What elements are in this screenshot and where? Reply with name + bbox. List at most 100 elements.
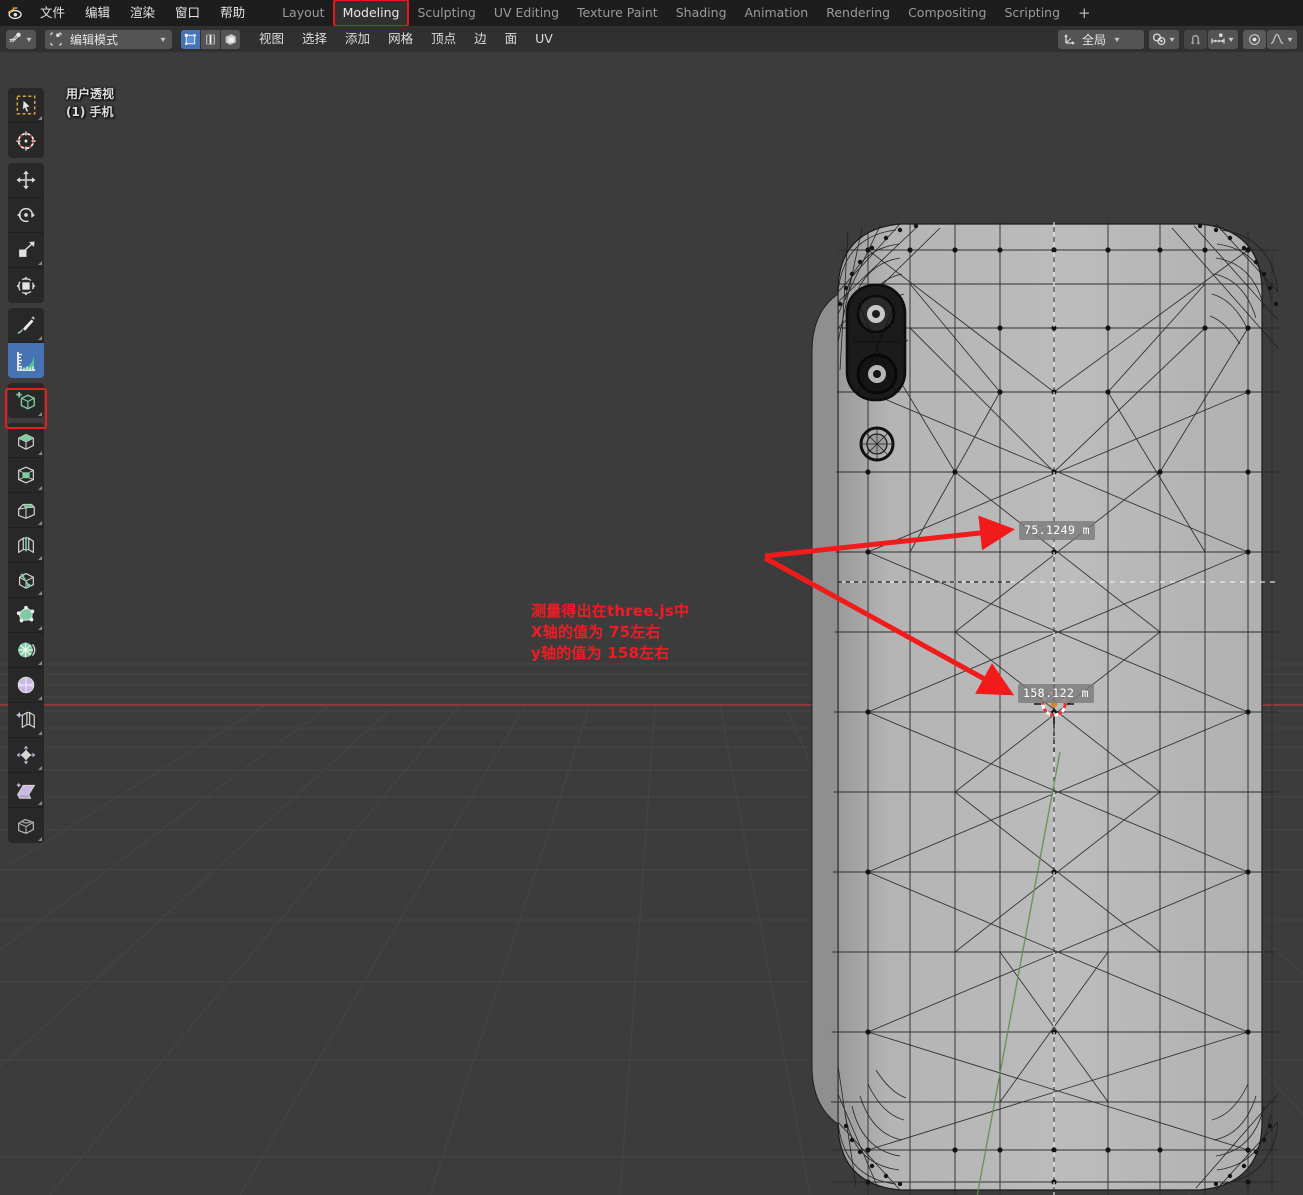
menu-help[interactable]: 帮助 [210, 0, 255, 26]
falloff-chevron-down-icon: ▾ [1287, 34, 1293, 44]
transform-orientation-value: 全局 [1081, 32, 1106, 47]
tool-loop-cut[interactable] [8, 528, 44, 563]
tab-modeling[interactable]: Modeling [332, 0, 410, 27]
top-menu-bar: 文件 编辑 渲染 窗口 帮助 Layout Modeling Sculpting… [0, 0, 1303, 27]
phone-fingerprint-sensor [859, 426, 895, 462]
viewport-left-toolbar [8, 88, 44, 848]
header-menu-view[interactable]: 视图 [250, 26, 293, 52]
orientation-chevron-down-icon: ▾ [1114, 34, 1120, 44]
tab-animation[interactable]: Animation [736, 0, 818, 26]
tab-shading[interactable]: Shading [667, 0, 736, 26]
mode-chevron-down-icon: ▾ [160, 34, 166, 44]
tool-group-add [8, 383, 44, 418]
orientation-axes-icon [1062, 31, 1078, 47]
select-mode-face[interactable] [221, 29, 241, 49]
pivot-chevron-down-icon: ▾ [1169, 34, 1175, 44]
tab-texture-paint[interactable]: Texture Paint [568, 0, 667, 26]
tool-extrude-region[interactable] [8, 423, 44, 458]
tool-shrink-fatten[interactable] [8, 738, 44, 773]
header-menu-face[interactable]: 面 [496, 26, 527, 52]
tool-group-transform [8, 163, 44, 303]
select-mode-edge[interactable] [201, 29, 221, 49]
tab-compositing[interactable]: Compositing [899, 0, 995, 26]
header-menu-select[interactable]: 选择 [293, 26, 336, 52]
tool-shear[interactable] [8, 773, 44, 808]
tool-poly-build[interactable] [8, 598, 44, 633]
viewport-header-toolbar: ▾ 编辑模式 ▾ 视图 选择 添加 网格 顶点 边 面 UV 全局 ▾ ▾ ▾ … [0, 26, 1303, 53]
tab-uv-editing[interactable]: UV Editing [485, 0, 568, 26]
tool-edge-slide[interactable] [8, 703, 44, 738]
proportional-falloff-dropdown[interactable]: ▾ [1266, 29, 1297, 49]
snap-magnet-toggle[interactable] [1183, 29, 1207, 49]
tool-measure[interactable] [8, 343, 44, 378]
tool-bevel[interactable] [8, 493, 44, 528]
menu-window[interactable]: 窗口 [165, 0, 210, 26]
snap-target-dropdown[interactable]: ▾ [1207, 29, 1238, 49]
snap-chevron-down-icon: ▾ [1228, 34, 1234, 44]
tool-expand-corner-icon [38, 486, 42, 490]
add-workspace-button[interactable]: + [1069, 0, 1100, 26]
header-menu-uv[interactable]: UV [526, 26, 562, 52]
tool-select-box[interactable] [8, 88, 44, 123]
header-menus: 视图 选择 添加 网格 顶点 边 面 UV [250, 26, 562, 52]
tab-rendering[interactable]: Rendering [817, 0, 899, 26]
menu-file[interactable]: 文件 [30, 0, 75, 26]
tool-rip-region[interactable] [8, 808, 44, 843]
tool-group-mesh-edit [8, 423, 44, 843]
tool-expand-corner-icon [38, 521, 42, 525]
edit-mode-icon [48, 31, 64, 47]
proportional-editing-toggle[interactable] [1242, 29, 1266, 49]
transform-orientation-dropdown[interactable]: 全局 ▾ [1057, 29, 1144, 49]
phone-mesh-object [811, 220, 1278, 1195]
header-menu-add[interactable]: 添加 [336, 26, 379, 52]
select-mode-vertex[interactable] [181, 29, 201, 49]
tool-expand-corner-icon [38, 412, 42, 416]
tool-add-cube[interactable] [8, 383, 44, 418]
tool-expand-corner-icon [38, 626, 42, 630]
menu-edit[interactable]: 编辑 [75, 0, 120, 26]
falloff-curve-icon [1269, 31, 1285, 47]
tool-scale[interactable] [8, 233, 44, 268]
header-menu-vertex[interactable]: 顶点 [422, 26, 465, 52]
tool-expand-corner-icon [38, 837, 42, 841]
tool-cursor[interactable] [8, 123, 44, 158]
tool-expand-corner-icon [38, 556, 42, 560]
tool-expand-corner-icon [38, 801, 42, 805]
tool-expand-corner-icon [38, 336, 42, 340]
mesh-select-mode-group [181, 29, 241, 49]
viewport-scene [0, 220, 1303, 1195]
tool-move[interactable] [8, 163, 44, 198]
editor-type-icon [8, 31, 24, 47]
tool-expand-corner-icon [38, 766, 42, 770]
tool-rotate[interactable] [8, 198, 44, 233]
header-menu-edge[interactable]: 边 [465, 26, 496, 52]
editor-type-chevron-down-icon: ▾ [26, 34, 32, 44]
tool-expand-corner-icon [38, 661, 42, 665]
tool-smooth[interactable] [8, 668, 44, 703]
snap-increment-icon [1210, 31, 1226, 47]
header-menu-mesh[interactable]: 网格 [379, 26, 422, 52]
3d-viewport[interactable]: 用户透视 (1) 手机 测量得出在three.js中 X轴的值为 75左右 y轴… [0, 52, 1303, 1195]
tool-expand-corner-icon [38, 696, 42, 700]
tool-expand-corner-icon [38, 451, 42, 455]
editor-type-selector[interactable]: ▾ [6, 29, 37, 49]
menu-render[interactable]: 渲染 [120, 0, 165, 26]
tab-sculpting[interactable]: Sculpting [408, 0, 484, 26]
pivot-point-dropdown[interactable]: ▾ [1148, 29, 1179, 49]
tool-transform[interactable] [8, 268, 44, 303]
pivot-point-icon [1151, 31, 1167, 47]
interaction-mode-value: 编辑模式 [70, 32, 119, 47]
tool-expand-corner-icon [38, 591, 42, 595]
tool-expand-corner-icon [38, 731, 42, 735]
tab-scripting[interactable]: Scripting [995, 0, 1069, 26]
tool-expand-corner-icon [38, 261, 42, 265]
tool-spin[interactable] [8, 633, 44, 668]
tool-inset-faces[interactable] [8, 458, 44, 493]
tool-annotate[interactable] [8, 308, 44, 343]
phone-camera-module [845, 283, 907, 402]
blender-logo-icon[interactable] [0, 0, 30, 26]
interaction-mode-dropdown[interactable]: 编辑模式 ▾ [45, 29, 173, 49]
tool-knife[interactable] [8, 563, 44, 598]
tab-layout[interactable]: Layout [273, 0, 334, 26]
blender-application-window: 文件 编辑 渲染 窗口 帮助 Layout Modeling Sculpting… [0, 0, 1303, 1195]
